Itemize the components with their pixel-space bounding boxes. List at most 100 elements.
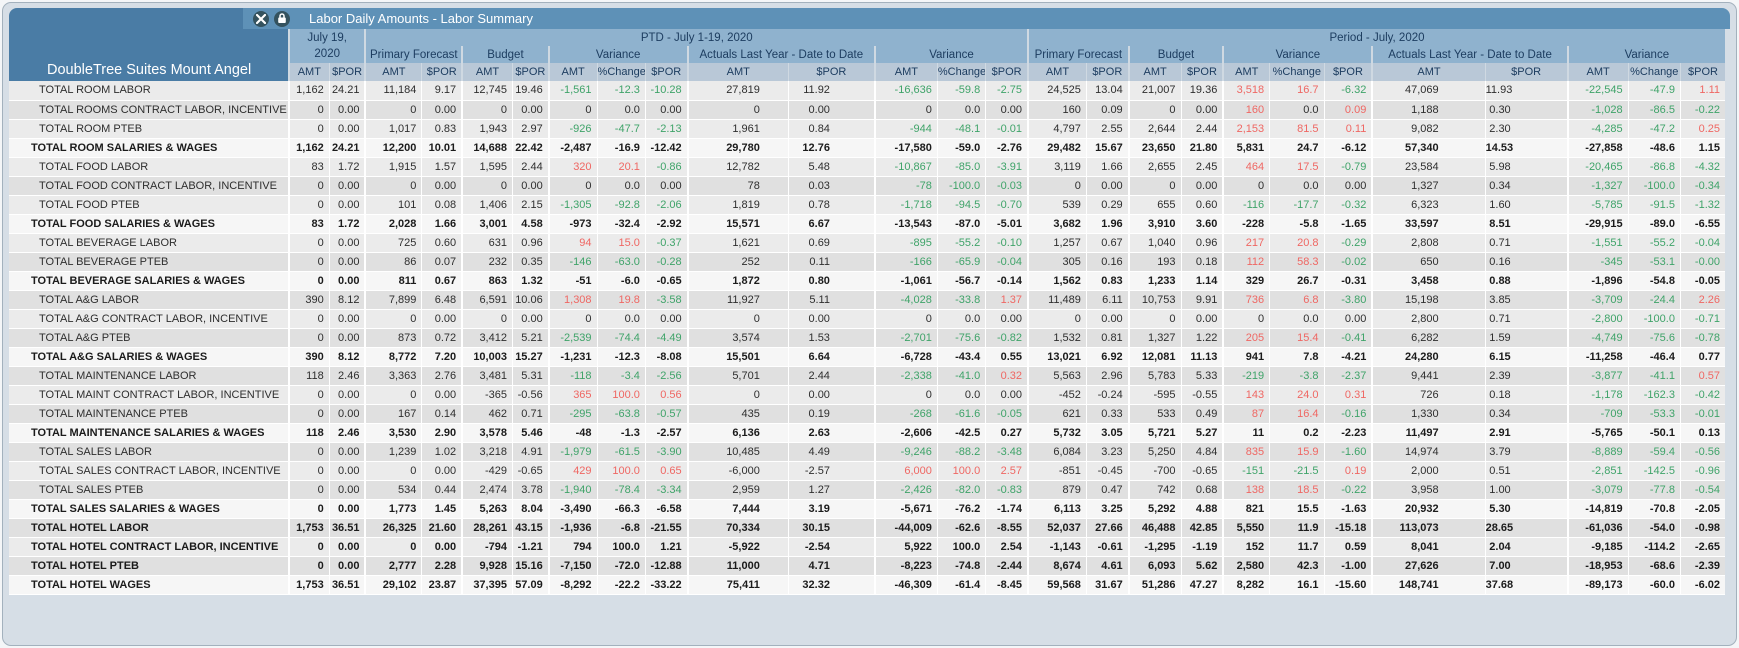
data-cell: -50.1 (1627, 423, 1681, 443)
row-label: TOTAL MAINT CONTRACT LABOR, INCENTIVE (9, 385, 289, 405)
group-header-actuals-last-year-date-to-date: Actuals Last Year - Date to Date (1371, 46, 1568, 63)
data-cell: 2.30 (1484, 119, 1568, 139)
data-cell: 11,184 (364, 81, 422, 101)
data-cell: 0.0 (1269, 176, 1325, 196)
data-cell: 16.1 (1269, 575, 1325, 595)
measure-header: AMT (547, 63, 598, 81)
table-row: TOTAL MAINTENANCE SALARIES & WAGES 118 2.4… (9, 423, 1725, 443)
data-cell: 3.79 (1484, 442, 1568, 462)
day-label-line2: 2020 (314, 48, 340, 60)
data-cell: 1.96 (1085, 214, 1129, 234)
data-cell: -22,545 (1566, 81, 1629, 101)
data-cell: 0.68 (1180, 480, 1224, 500)
data-cell: 1.53 (787, 328, 875, 348)
data-cell: 0.0 (936, 309, 986, 329)
data-cell: 14,974 (1371, 442, 1486, 462)
data-cell: -973 (547, 214, 598, 234)
data-cell: -92.8 (596, 195, 646, 215)
data-cell: 3,578 (461, 423, 513, 443)
data-cell: 152 (1222, 537, 1270, 557)
data-cell: 1,327 (1371, 176, 1486, 196)
data-cell: -55.2 (1627, 233, 1681, 253)
data-cell: -0.65 (511, 461, 549, 481)
measure-header: $POR (1323, 63, 1373, 81)
data-cell: -6.55 (1679, 214, 1725, 234)
data-cell: -8.55 (985, 518, 1029, 538)
data-cell: -24.4 (1627, 290, 1681, 310)
data-cell: 2,028 (364, 214, 422, 234)
data-cell: -61.6 (936, 404, 986, 424)
data-cell: -0.56 (511, 385, 549, 405)
data-cell: -1,143 (1027, 537, 1087, 557)
data-cell: 0 (364, 385, 422, 405)
data-cell: 2.15 (511, 195, 549, 215)
group-header-variance: Variance (873, 46, 1029, 63)
data-cell: 3,218 (461, 442, 513, 462)
data-cell: -47.9 (1627, 81, 1681, 101)
data-cell: 23.87 (421, 575, 463, 595)
data-cell: 1,773 (364, 499, 422, 519)
data-cell: 1,943 (461, 119, 513, 139)
data-cell: -2,487 (547, 138, 598, 158)
data-cell: 13.04 (1085, 81, 1129, 101)
data-cell: 879 (1027, 480, 1087, 500)
data-cell: 0.80 (787, 271, 875, 291)
data-cell: 1.02 (421, 442, 463, 462)
data-cell: -268 (873, 404, 938, 424)
data-cell: 1,406 (461, 195, 513, 215)
data-cell: 0.03 (787, 176, 875, 196)
data-cell: 3,530 (364, 423, 422, 443)
data-cell: 1,595 (461, 157, 513, 177)
data-cell: 0.96 (1180, 233, 1224, 253)
row-label: TOTAL MAINTENANCE PTEB (9, 404, 289, 424)
data-cell: -65.9 (936, 252, 986, 272)
row-label: TOTAL ROOM PTEB (9, 119, 289, 139)
lock-icon[interactable] (274, 10, 290, 27)
data-cell: 1.60 (1484, 195, 1568, 215)
data-cell: 5.33 (1180, 366, 1224, 386)
data-cell: 0.00 (787, 100, 875, 120)
data-cell: 3,412 (461, 328, 513, 348)
data-cell: 0.67 (1085, 233, 1129, 253)
data-cell: 0 (287, 195, 330, 215)
data-cell: 17.5 (1269, 157, 1325, 177)
data-cell: 0.00 (1323, 176, 1373, 196)
data-cell: -219 (1222, 366, 1270, 386)
data-cell: 0.00 (328, 442, 366, 462)
data-cell: 0.83 (421, 119, 463, 139)
data-cell: -114.2 (1627, 537, 1681, 557)
data-cell: -48.6 (1627, 138, 1681, 158)
data-cell: 11.13 (1180, 347, 1224, 367)
row-label: TOTAL SALES SALARIES & WAGES (9, 499, 289, 519)
row-label: TOTAL HOTEL CONTRACT LABOR, INCENTIVE (9, 537, 289, 557)
tools-icon[interactable] (253, 10, 269, 27)
data-cell: 0.34 (1484, 176, 1568, 196)
data-cell: 0.35 (511, 252, 549, 272)
measure-header: $POR (1085, 63, 1129, 81)
group-header-budget: Budget (461, 46, 549, 63)
data-cell: 0 (873, 385, 938, 405)
data-cell: 0.16 (1085, 252, 1129, 272)
measure-header: AMT (873, 63, 938, 81)
measure-header: $POR (421, 63, 463, 81)
data-cell: 0.57 (1679, 366, 1725, 386)
data-cell: -4,028 (873, 290, 938, 310)
data-cell: -5,765 (1566, 423, 1629, 443)
data-cell: -12.42 (644, 138, 688, 158)
data-cell: -8,889 (1566, 442, 1629, 462)
table-row: TOTAL MAINTENANCE PTEB 0 0.00 167 0.14 462 0.7… (9, 404, 1725, 424)
data-cell: 0 (287, 537, 330, 557)
data-cell: 1,188 (1371, 100, 1486, 120)
data-cell: 1.66 (1085, 157, 1129, 177)
measure-header: $POR (1679, 63, 1725, 81)
data-cell: 28.65 (1484, 518, 1568, 538)
data-cell: 0.18 (1484, 385, 1568, 405)
data-cell: -2,800 (1566, 309, 1629, 329)
data-cell: 0 (287, 233, 330, 253)
data-cell: 0.18 (1180, 252, 1224, 272)
data-cell: 4.49 (787, 442, 875, 462)
row-label: TOTAL HOTEL PTEB (9, 556, 289, 576)
data-cell: 0.0 (596, 309, 646, 329)
data-cell: 655 (1127, 195, 1182, 215)
data-cell: 1,562 (1027, 271, 1087, 291)
